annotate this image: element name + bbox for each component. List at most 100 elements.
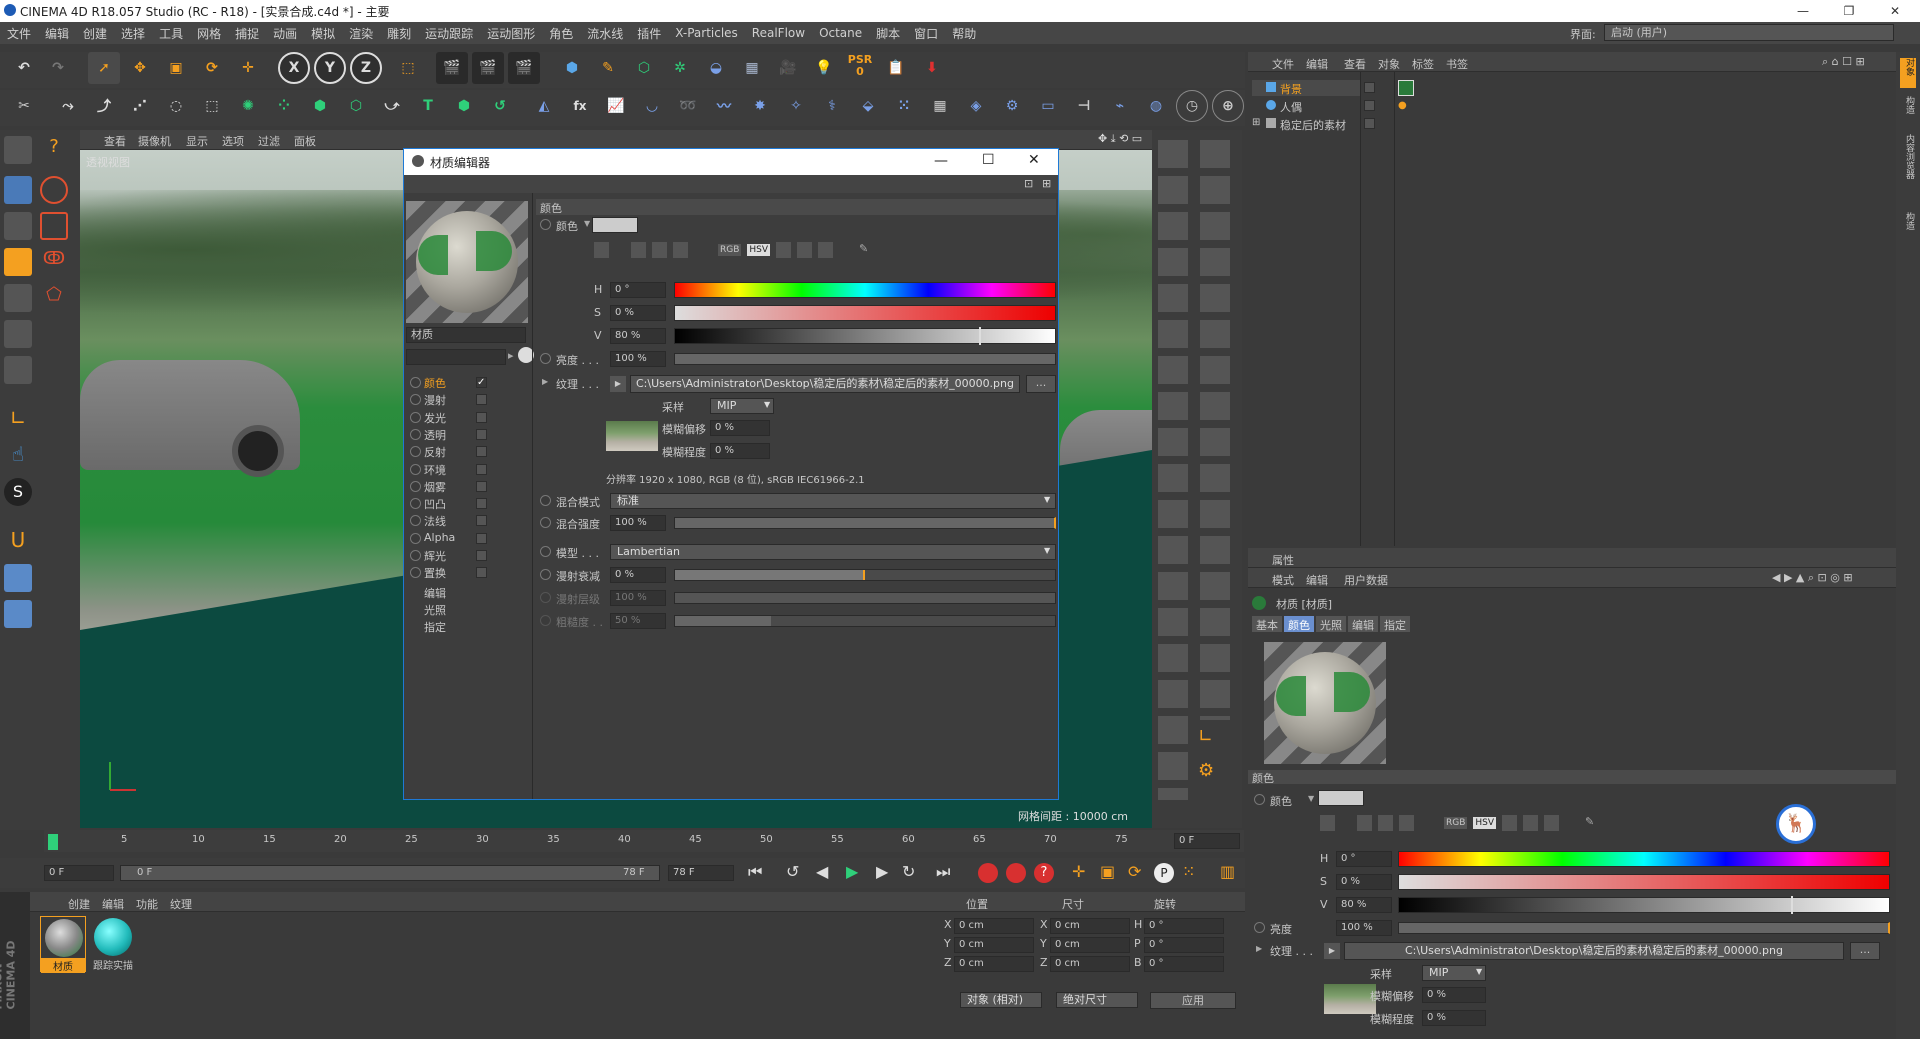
snap-icon[interactable]: S	[4, 478, 32, 506]
object-row[interactable]: 背景	[1252, 80, 1360, 96]
color-swatch[interactable]	[592, 217, 638, 233]
workplane-lock-icon[interactable]	[4, 600, 32, 628]
coord-value-field[interactable]: 0 cm	[954, 937, 1034, 953]
channel-checkbox[interactable]	[476, 550, 487, 561]
attr-color-radio[interactable]	[1254, 794, 1265, 805]
channel-radio[interactable]	[410, 498, 421, 510]
restore-button[interactable]: ❐	[1826, 0, 1872, 22]
coord-value-field[interactable]: 0 °	[1144, 937, 1224, 953]
y-axis-lock-icon[interactable]: Y	[314, 52, 346, 84]
coord-value-field[interactable]: 0 cm	[1050, 956, 1130, 972]
channel-radio[interactable]	[410, 446, 421, 458]
menu-tools[interactable]: 工具	[152, 25, 190, 42]
floor-icon[interactable]: ▦	[736, 52, 768, 84]
cube-icon[interactable]: ⬢	[556, 52, 588, 84]
polygons-mode-icon[interactable]	[4, 356, 32, 384]
attr-image-icon[interactable]	[1378, 815, 1393, 831]
attr-nav-icons[interactable]: ◀ ▶ ▲ ⌕ ⊡ ◎ ⊞	[1772, 571, 1853, 585]
attr-menu-edit[interactable]: 编辑	[1306, 572, 1328, 588]
coord-value-field[interactable]: 0 cm	[954, 918, 1034, 934]
blur-scale-field[interactable]: 0 %	[710, 443, 770, 459]
z-axis-lock-icon[interactable]: Z	[350, 52, 382, 84]
attr-v-field[interactable]: 80 %	[1336, 897, 1392, 913]
spline-wrap-icon[interactable]: ⬙	[852, 90, 884, 122]
attr-wheel-icon[interactable]	[1320, 815, 1335, 831]
redo-icon[interactable]: ↷	[42, 52, 74, 84]
dynamics-icon[interactable]: ⚙	[996, 90, 1028, 122]
channel-label[interactable]: 辉光	[424, 548, 446, 564]
x-axis-lock-icon[interactable]: X	[278, 52, 310, 84]
attr-brightness-field[interactable]: 100 %	[1336, 920, 1392, 936]
channel-label[interactable]: 反射	[424, 444, 446, 460]
v-field[interactable]: 80 %	[610, 328, 666, 344]
channel-checkbox[interactable]	[476, 480, 487, 492]
menu-pipeline[interactable]: 流水线	[580, 25, 630, 42]
go-to-start-icon[interactable]: ⏮	[748, 862, 762, 882]
material-item[interactable]: 跟踪实描	[90, 916, 136, 972]
menu-octane[interactable]: Octane	[812, 26, 869, 40]
knife-icon[interactable]: ✂	[8, 90, 40, 122]
object-row[interactable]: 人偶	[1252, 98, 1360, 114]
channel-label[interactable]: 发光	[424, 410, 446, 426]
channel-checkbox[interactable]: ✓	[476, 377, 487, 388]
attr-mixer-icon[interactable]	[1523, 815, 1539, 831]
menu-select[interactable]: 选择	[114, 25, 152, 42]
timeline-icon[interactable]: ▥	[1220, 862, 1235, 881]
boole-icon[interactable]: ⬢	[448, 90, 480, 122]
viewport-menu-filter[interactable]: 过滤	[258, 133, 280, 149]
attr-picture-icon[interactable]	[1399, 815, 1414, 831]
rotate-icon[interactable]: ⟳	[196, 52, 228, 84]
tab-objects[interactable]: 对象	[1900, 58, 1916, 88]
points-mode-icon[interactable]	[4, 284, 32, 312]
tag-icon[interactable]: ●	[1398, 100, 1408, 111]
pen-icon[interactable]: ✎	[592, 52, 624, 84]
key-scale-icon[interactable]: ▣	[1100, 862, 1115, 881]
model-mode-icon[interactable]	[4, 136, 32, 164]
render-picture-viewer-icon[interactable]: 🎬	[472, 52, 504, 84]
value-slider[interactable]	[674, 327, 1056, 345]
attr-texture-thumbnail[interactable]	[1324, 984, 1376, 1014]
connector-icon[interactable]: ⊣	[1068, 90, 1100, 122]
attr-spectrum-icon[interactable]	[1357, 815, 1372, 831]
obj-menu-tags[interactable]: 标签	[1412, 56, 1434, 72]
key-move-icon[interactable]: ✛	[1072, 862, 1085, 881]
channel-radio[interactable]	[410, 550, 421, 561]
cloner-icon[interactable]: ✲	[664, 52, 696, 84]
attr-tab-color[interactable]: 颜色	[1284, 616, 1314, 632]
size-mode-select[interactable]: 绝对尺寸	[1056, 992, 1138, 1008]
playhead[interactable]	[48, 834, 58, 850]
attr-s-field[interactable]: 0 %	[1336, 874, 1392, 890]
brightness-slider[interactable]	[674, 353, 1056, 365]
blur-offset-field[interactable]: 0 %	[710, 420, 770, 436]
extrude-icon[interactable]: ⬢	[304, 90, 336, 122]
mix-strength-slider[interactable]	[674, 517, 1056, 529]
psr-icon[interactable]: PSR 0	[844, 50, 876, 82]
text-icon[interactable]: T	[412, 90, 444, 122]
rigid-body-icon[interactable]: ▭	[1032, 90, 1064, 122]
clock-icon[interactable]: ◷	[1176, 90, 1208, 122]
s-field[interactable]: 0 %	[610, 305, 666, 321]
render-settings-icon[interactable]: 🎬	[508, 52, 540, 84]
mix-mode-radio[interactable]	[540, 495, 551, 506]
circle-spline-icon[interactable]: ◌	[160, 90, 192, 122]
emitter-icon[interactable]: ◈	[960, 90, 992, 122]
viewport-menu-panel[interactable]: 面板	[294, 133, 316, 149]
coord-system-icon[interactable]: ⬚	[392, 52, 424, 84]
channel-label[interactable]: Alpha	[424, 531, 455, 544]
menu-simulate[interactable]: 模拟	[304, 25, 342, 42]
diffuse-falloff-field[interactable]: 0 %	[610, 567, 666, 583]
tool-column-1[interactable]	[1158, 140, 1188, 800]
tab-structure[interactable]: 构造	[1900, 96, 1916, 126]
channel-checkbox[interactable]	[476, 567, 487, 579]
attr-value-slider[interactable]	[1398, 896, 1890, 914]
visibility-toggle[interactable]	[1364, 100, 1375, 111]
hue-slider[interactable]	[674, 282, 1056, 298]
texture-expand-icon[interactable]: ▶	[542, 377, 548, 386]
menu-snap[interactable]: 捕捉	[228, 25, 266, 42]
color-expand-icon[interactable]: ▼	[584, 219, 590, 228]
attr-menu-userdata[interactable]: 用户数据	[1344, 572, 1388, 588]
edges-mode-icon[interactable]	[4, 320, 32, 348]
tweak-icon[interactable]: ☝	[4, 442, 32, 470]
end-frame-field[interactable]: 78 F	[668, 865, 734, 881]
swatches-icon[interactable]	[818, 242, 834, 258]
